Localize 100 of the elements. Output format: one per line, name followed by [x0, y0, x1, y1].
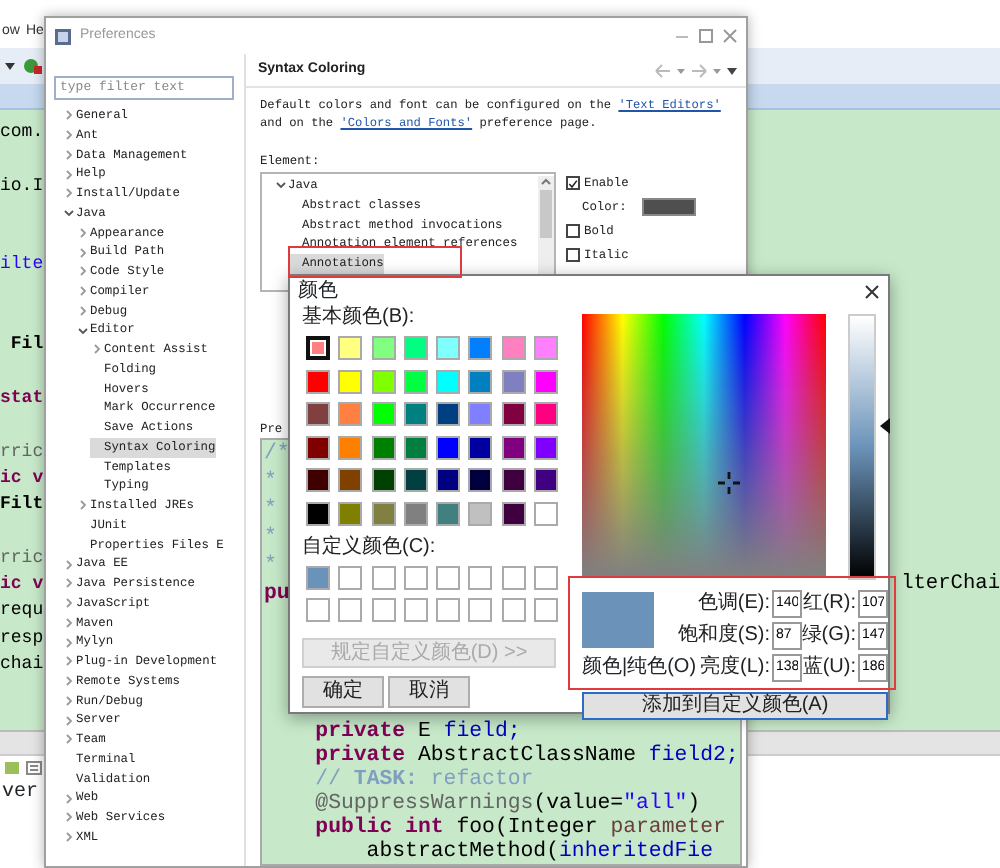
- luminance-slider[interactable]: [848, 314, 877, 580]
- caret-icon[interactable]: [4, 60, 16, 72]
- chevron-right-icon[interactable]: [62, 713, 76, 728]
- color-swatch[interactable]: [468, 468, 493, 492]
- color-swatch[interactable]: [534, 435, 559, 459]
- run-icon[interactable]: [22, 56, 42, 76]
- color-spectrum[interactable]: [582, 314, 827, 576]
- color-swatch[interactable]: [501, 501, 526, 525]
- color-swatch[interactable]: [436, 402, 461, 426]
- chevron-right-icon[interactable]: [62, 674, 76, 689]
- close-icon[interactable]: [864, 283, 880, 299]
- chevron-right-icon[interactable]: [62, 167, 76, 182]
- color-swatch[interactable]: [403, 336, 428, 360]
- add-custom-color-button[interactable]: 添加到自定义颜色(A): [582, 692, 888, 720]
- color-swatch[interactable]: [534, 598, 559, 622]
- color-swatch[interactable]: [468, 501, 493, 525]
- maximize-icon[interactable]: [698, 28, 714, 44]
- chevron-right-icon[interactable]: [62, 108, 76, 123]
- chevron-right-icon[interactable]: [62, 791, 76, 806]
- color-swatch[interactable]: [371, 598, 396, 622]
- color-swatch[interactable]: [371, 468, 396, 492]
- color-swatch[interactable]: [371, 402, 396, 426]
- chevron-right-icon[interactable]: [62, 654, 76, 669]
- color-swatch[interactable]: [534, 501, 559, 525]
- chevron-right-icon[interactable]: [62, 635, 76, 650]
- color-swatch[interactable]: [338, 369, 363, 393]
- chevron-right-icon[interactable]: [62, 557, 76, 572]
- slider-arrow-icon[interactable]: [880, 418, 891, 434]
- chevron-right-icon[interactable]: [62, 576, 76, 591]
- color-swatch[interactable]: [403, 501, 428, 525]
- color-swatch[interactable]: [501, 336, 526, 360]
- arrow-left-icon[interactable]: [654, 63, 672, 77]
- color-swatch[interactable]: [306, 435, 330, 459]
- color-swatch[interactable]: [501, 435, 526, 459]
- color-swatch[interactable]: [338, 598, 363, 622]
- chevron-right-icon[interactable]: [62, 830, 76, 845]
- color-swatch[interactable]: [403, 565, 428, 589]
- chevron-right-icon[interactable]: [76, 245, 90, 260]
- color-swatch[interactable]: [371, 435, 396, 459]
- chevron-right-icon[interactable]: [62, 732, 76, 747]
- panel-icon[interactable]: [4, 760, 20, 776]
- color-swatch[interactable]: [338, 501, 363, 525]
- checkbox[interactable]: [566, 224, 580, 238]
- color-swatch[interactable]: [501, 402, 526, 426]
- color-swatch[interactable]: [403, 402, 428, 426]
- checkbox[interactable]: [566, 248, 580, 262]
- chevron-right-icon[interactable]: [76, 498, 90, 513]
- color-swatch[interactable]: [468, 402, 493, 426]
- chevron-right-icon[interactable]: [76, 303, 90, 318]
- color-swatch[interactable]: [468, 336, 493, 360]
- color-swatch[interactable]: [534, 468, 559, 492]
- color-swatch[interactable]: [403, 598, 428, 622]
- arrow-right-icon[interactable]: [690, 63, 708, 77]
- chevron-right-icon[interactable]: [76, 264, 90, 279]
- color-swatch[interactable]: [306, 336, 330, 360]
- color-swatch[interactable]: [306, 468, 330, 492]
- list-icon[interactable]: [26, 760, 42, 776]
- scroll-up-icon[interactable]: [540, 176, 552, 186]
- cancel-button[interactable]: 取消: [388, 676, 470, 708]
- color-swatch[interactable]: [501, 565, 526, 589]
- chevron-right-icon[interactable]: [76, 284, 90, 299]
- color-swatch[interactable]: [436, 468, 461, 492]
- color-swatch[interactable]: [371, 336, 396, 360]
- chevron-right-icon[interactable]: [62, 615, 76, 630]
- color-swatch[interactable]: [501, 468, 526, 492]
- color-swatch[interactable]: [501, 369, 526, 393]
- color-swatch[interactable]: [436, 598, 461, 622]
- color-swatch[interactable]: [371, 369, 396, 393]
- color-swatch[interactable]: [436, 369, 461, 393]
- color-swatch[interactable]: [403, 369, 428, 393]
- color-swatch[interactable]: [371, 565, 396, 589]
- color-swatch[interactable]: [436, 501, 461, 525]
- color-swatch[interactable]: [338, 565, 363, 589]
- color-swatch[interactable]: [436, 336, 461, 360]
- color-swatch[interactable]: [338, 435, 363, 459]
- color-swatch[interactable]: [436, 435, 461, 459]
- chevron-down-icon[interactable]: [274, 178, 288, 193]
- chevron-right-icon[interactable]: [62, 186, 76, 201]
- chevron-down-icon[interactable]: [76, 323, 90, 338]
- chevron-right-icon[interactable]: [62, 147, 76, 162]
- color-swatch[interactable]: [403, 435, 428, 459]
- checkbox[interactable]: [566, 176, 580, 190]
- chevron-down-icon[interactable]: [62, 206, 76, 221]
- color-swatch[interactable]: [403, 468, 428, 492]
- color-swatch[interactable]: [468, 435, 493, 459]
- color-swatch[interactable]: [338, 468, 363, 492]
- color-swatch[interactable]: [338, 336, 363, 360]
- color-swatch[interactable]: [436, 565, 461, 589]
- color-swatch[interactable]: [306, 402, 330, 426]
- color-button[interactable]: [642, 198, 697, 216]
- color-swatch[interactable]: [306, 598, 330, 622]
- chevron-right-icon[interactable]: [62, 693, 76, 708]
- color-swatch[interactable]: [306, 369, 330, 393]
- color-swatch[interactable]: [306, 565, 330, 589]
- color-swatch[interactable]: [468, 369, 493, 393]
- color-swatch[interactable]: [338, 402, 363, 426]
- color-swatch[interactable]: [468, 565, 493, 589]
- color-swatch[interactable]: [371, 501, 396, 525]
- color-swatch[interactable]: [534, 565, 559, 589]
- chevron-right-icon[interactable]: [62, 810, 76, 825]
